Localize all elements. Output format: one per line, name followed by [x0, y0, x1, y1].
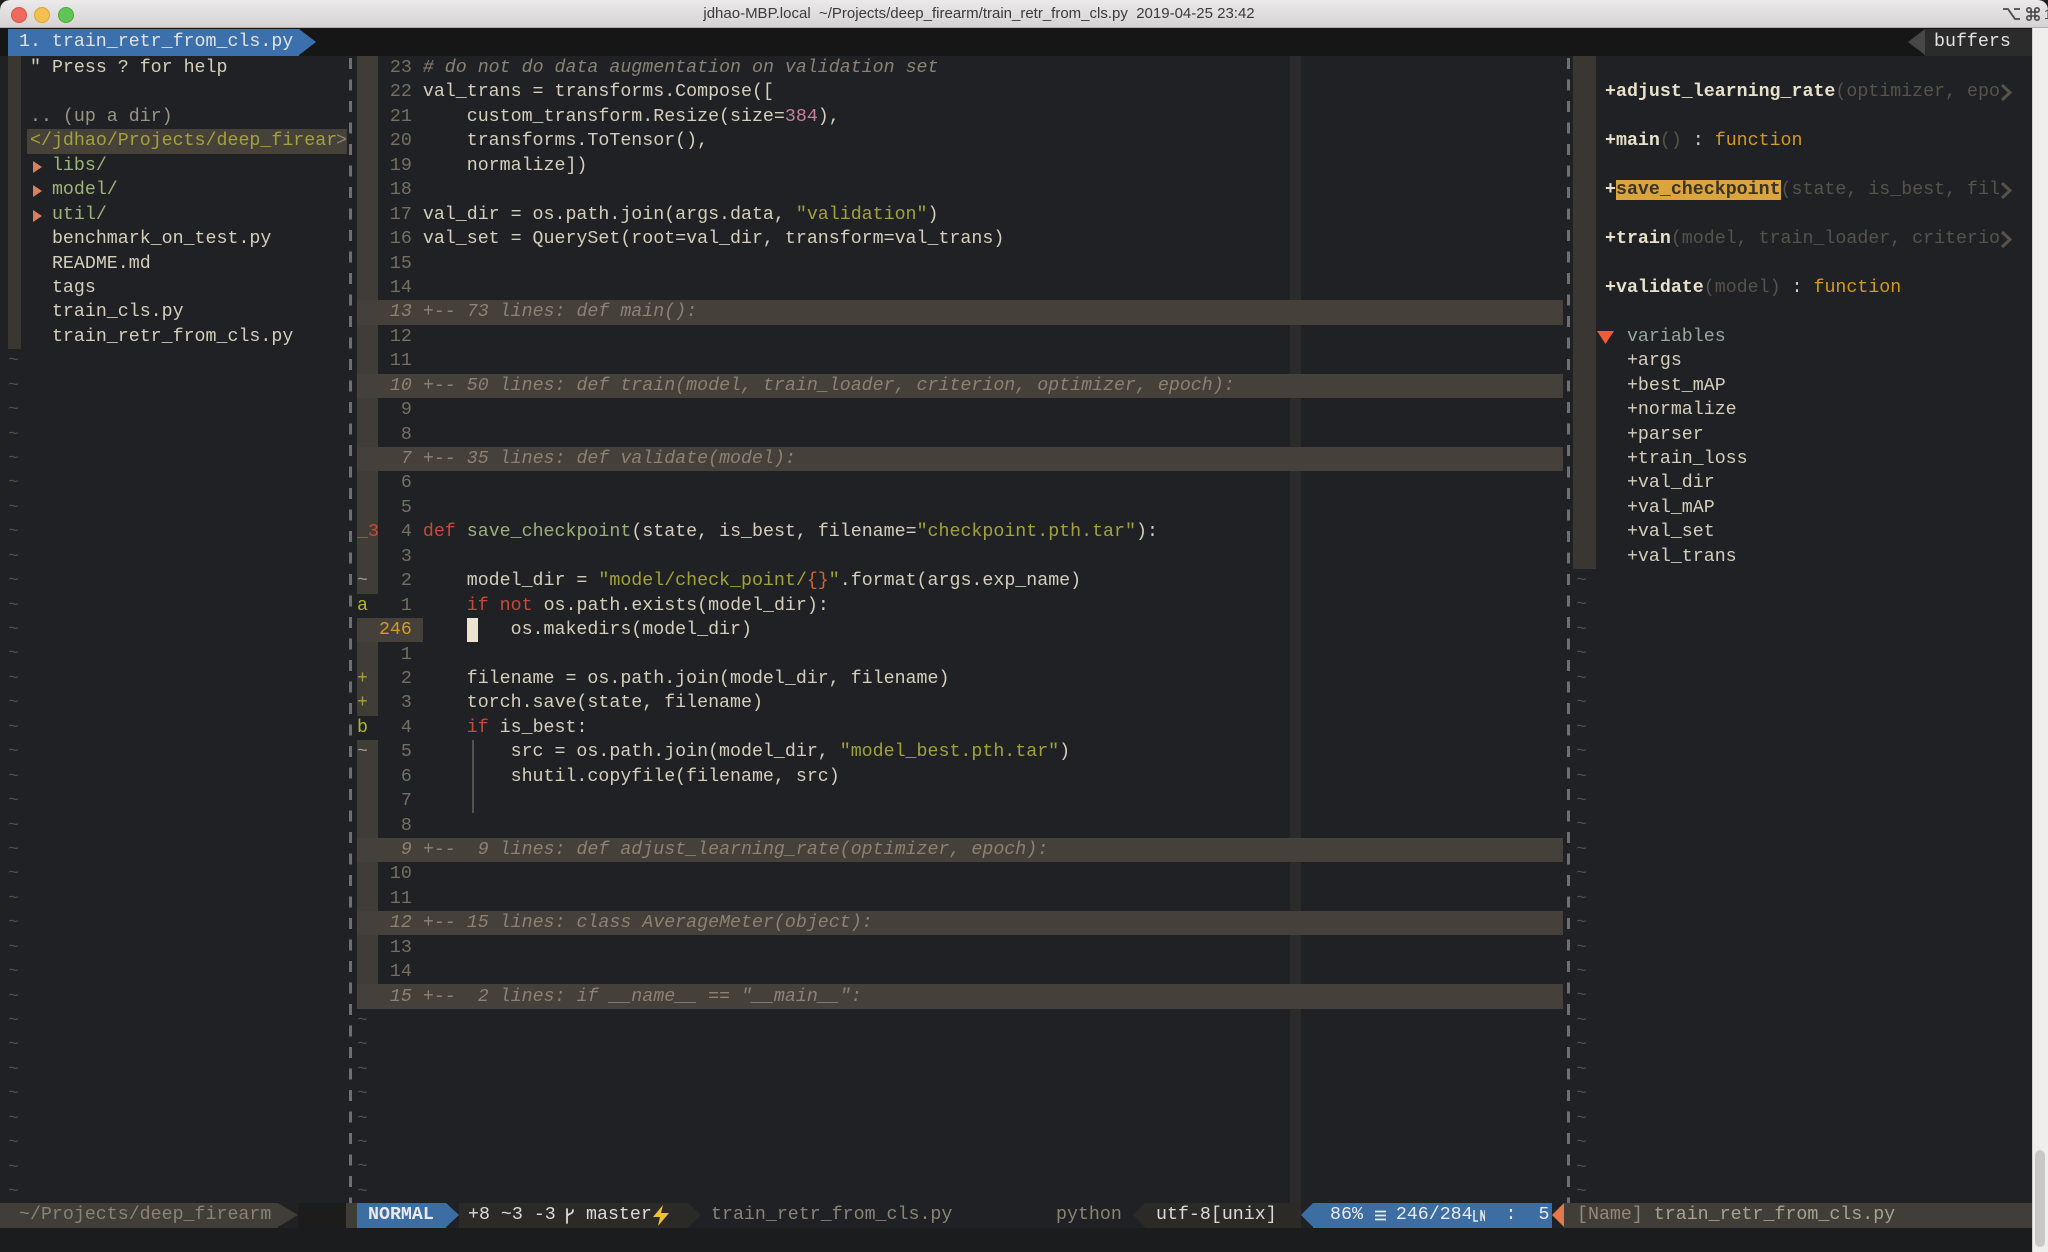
- svg-text:1: 1: [2044, 6, 2048, 22]
